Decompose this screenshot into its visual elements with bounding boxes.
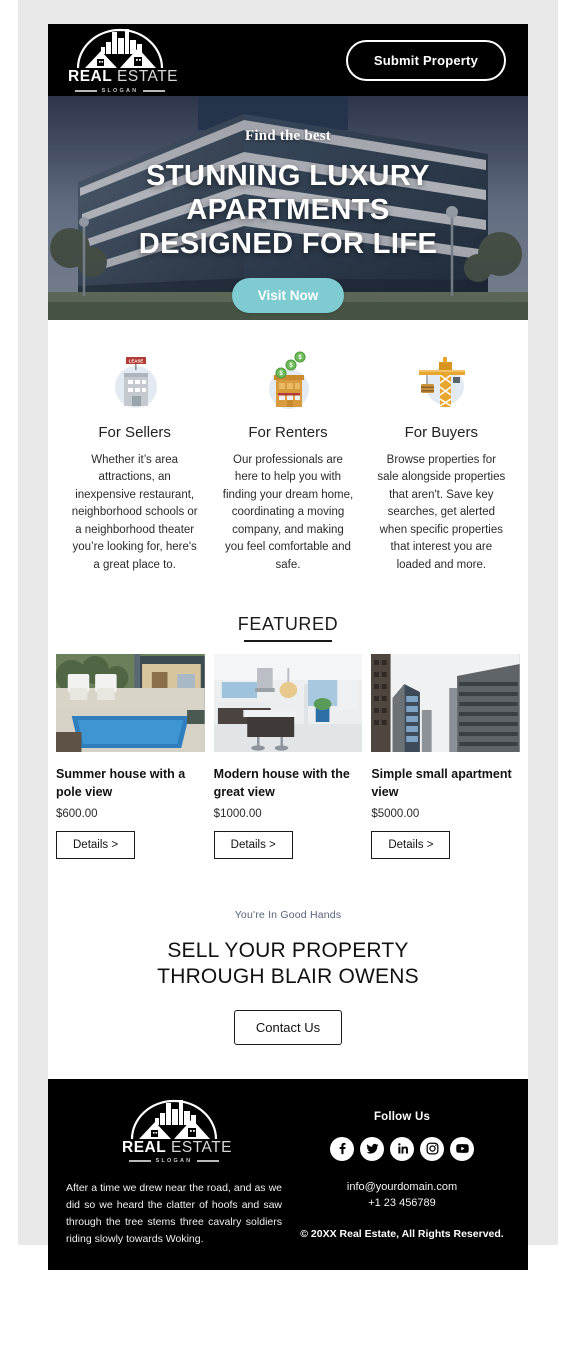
feature-for-sellers: LEASE For Sellers Whether it’s area attr… — [58, 348, 211, 574]
logo-wordmark: REAL ESTATE — [122, 1138, 232, 1156]
feature-body: Our professionals are here to help you w… — [222, 454, 354, 571]
feature-body: Browse properties for sale alongside pro… — [377, 454, 506, 571]
footer-right-column: Follow Us info@yourdomain.com +1 23 4567… — [292, 1097, 512, 1249]
features-section: LEASE For Sellers Whether it’s area attr… — [48, 320, 528, 597]
site-header: REAL ESTATE SLOGAN Submit Property — [48, 24, 528, 96]
logo-slogan-text: SLOGAN — [101, 87, 139, 94]
cta-eyebrow: You're In Good Hands — [234, 908, 342, 921]
logo-slogan-text: SLOGAN — [155, 1158, 193, 1165]
logo-word-real: REAL — [68, 68, 113, 86]
real-estate-logo-icon — [68, 26, 172, 70]
featured-heading: FEATURED — [237, 614, 339, 635]
social-links — [292, 1136, 512, 1161]
hero-banner: Find the best STUNNING LUXURY APARTMENTS… — [48, 96, 528, 320]
footer-brand-logo[interactable]: REAL ESTATE SLOGAN — [64, 1097, 284, 1164]
building-lease-icon: LEASE — [68, 348, 201, 418]
logo-wordmark: REAL ESTATE — [68, 68, 178, 86]
feature-body: Whether it’s area attractions, an inexpe… — [71, 454, 198, 571]
slogan-dash-left — [74, 89, 97, 92]
featured-underline — [244, 640, 332, 642]
linkedin-icon[interactable] — [390, 1136, 414, 1161]
footer-copyright: © 20XX Real Estate, All Rights Reserved. — [300, 1227, 504, 1240]
hero-title-line-2: DESIGNED FOR LIFE — [138, 228, 438, 261]
cta-title-line-2: THROUGH BLAIR OWENS — [157, 964, 419, 988]
property-title: Modern house with the great view — [213, 766, 350, 799]
details-button[interactable]: Details > — [213, 830, 293, 859]
details-button[interactable]: Details > — [56, 830, 136, 859]
cta-title: SELL YOUR PROPERTY THROUGH BLAIR OWENS — [68, 938, 508, 990]
facebook-icon[interactable] — [330, 1136, 354, 1161]
twitter-icon[interactable] — [360, 1136, 384, 1161]
feature-title: For Buyers — [404, 424, 478, 441]
submit-property-button[interactable]: Submit Property — [345, 39, 506, 81]
pool-patio-photo — [56, 653, 205, 752]
logo-word-real: REAL — [122, 1138, 167, 1156]
property-price: $600.00 — [56, 807, 98, 820]
feature-title: For Sellers — [98, 424, 171, 441]
feature-title: For Renters — [248, 424, 328, 441]
hero-content: Find the best STUNNING LUXURY APARTMENTS… — [48, 96, 528, 320]
details-button[interactable]: Details > — [371, 830, 451, 859]
real-estate-logo-icon — [122, 1097, 226, 1141]
hero-eyebrow: Find the best — [245, 128, 331, 144]
property-title: Summer house with a pole view — [56, 766, 186, 799]
logo-word-estate: ESTATE — [171, 1138, 233, 1156]
featured-heading-block: FEATURED — [48, 596, 528, 654]
logo-word-estate: ESTATE — [117, 68, 179, 86]
cta-section: You're In Good Hands SELL YOUR PROPERTY … — [48, 884, 528, 1079]
modern-kitchen-photo — [213, 653, 363, 752]
contact-us-button[interactable]: Contact Us — [233, 1009, 343, 1045]
hero-title-line-1: STUNNING LUXURY APARTMENTS — [146, 160, 430, 227]
property-price: $5000.00 — [371, 807, 420, 820]
youtube-icon[interactable] — [450, 1136, 474, 1161]
cta-title-line-1: SELL YOUR PROPERTY — [167, 938, 409, 962]
slogan-dash-right — [143, 89, 166, 92]
email-body: REAL ESTATE SLOGAN Submit Property Find … — [48, 24, 528, 1271]
city-towers-photo — [371, 653, 521, 752]
instagram-icon[interactable] — [420, 1136, 444, 1161]
property-card[interactable]: Modern house with the great view $1000.0… — [213, 653, 363, 859]
follow-us-title: Follow Us — [373, 1110, 431, 1123]
building-money-icon: $ $ $ — [221, 348, 354, 418]
logo-slogan-row: SLOGAN — [68, 88, 172, 94]
svg-text:LEASE: LEASE — [128, 359, 143, 364]
property-price: $1000.00 — [213, 807, 262, 820]
email-page: REAL ESTATE SLOGAN Submit Property Find … — [0, 0, 576, 1361]
hero-title: STUNNING LUXURY APARTMENTS DESIGNED FOR … — [48, 159, 528, 262]
construction-crane-icon — [375, 348, 508, 418]
property-title: Simple small apartment view — [371, 766, 512, 799]
logo-slogan-row: SLOGAN — [122, 1158, 226, 1164]
site-footer: REAL ESTATE SLOGAN After a time we drew … — [48, 1078, 528, 1271]
footer-left-column: REAL ESTATE SLOGAN After a time we drew … — [64, 1097, 292, 1249]
feature-for-buyers: For Buyers Browse properties for sale al… — [365, 348, 518, 574]
footer-phone[interactable]: +1 23 456789 — [292, 1195, 512, 1212]
brand-logo[interactable]: REAL ESTATE SLOGAN — [68, 26, 178, 94]
property-card[interactable]: Summer house with a pole view $600.00 De… — [56, 653, 205, 859]
footer-contact: info@yourdomain.com +1 23 456789 — [292, 1179, 512, 1212]
featured-cards: Summer house with a pole view $600.00 De… — [48, 653, 528, 885]
slogan-dash-right — [197, 1160, 220, 1163]
slogan-dash-left — [128, 1160, 151, 1163]
visit-now-button[interactable]: Visit Now — [231, 277, 345, 313]
footer-email[interactable]: info@yourdomain.com — [292, 1179, 512, 1196]
footer-about-text: After a time we drew near the road, and … — [66, 1182, 282, 1246]
property-card[interactable]: Simple small apartment view $5000.00 Det… — [371, 653, 521, 859]
feature-for-renters: $ $ $ For Renters Our professionals are … — [211, 348, 364, 574]
